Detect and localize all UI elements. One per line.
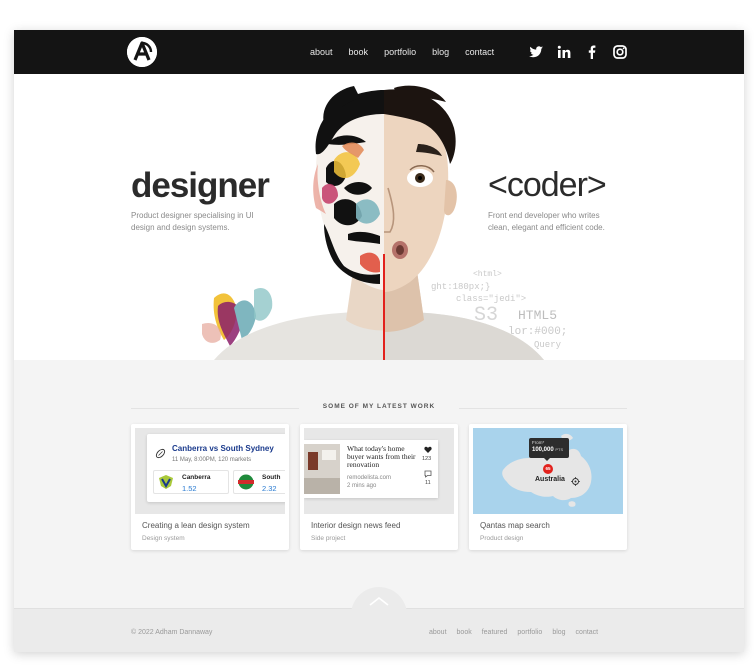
news-image: [304, 444, 340, 494]
instagram-icon[interactable]: [612, 44, 628, 60]
card-thumbnail: From* 100,000 PTS 65 Australia: [473, 428, 623, 514]
team-odds-option[interactable]: Canberra 1.52: [153, 470, 229, 494]
comment-count: 11: [425, 480, 431, 486]
team-odds: 2.32: [262, 484, 277, 493]
footer-links: about book featured portfolio blog conta…: [429, 629, 608, 636]
like-count: 123: [422, 456, 432, 462]
team-odds: 1.52: [182, 484, 197, 493]
news-time: 2 mins ago: [347, 483, 377, 489]
logo[interactable]: [127, 37, 157, 67]
news-source: remodelista.com: [347, 475, 392, 481]
hero-designer-description: Product designer specialising in UI desi…: [131, 211, 254, 232]
country-label: Australia: [535, 476, 565, 483]
work-card-design-system[interactable]: Canberra vs South Sydney 11 May, 8:00PM,…: [131, 424, 289, 550]
heart-icon[interactable]: [424, 446, 432, 454]
footer-link-about[interactable]: about: [429, 629, 447, 636]
footer-link-book[interactable]: book: [457, 629, 472, 636]
nav-link-contact[interactable]: contact: [465, 46, 494, 60]
tooltip-value: 100,000: [532, 447, 554, 453]
tooltip-label: From*: [532, 440, 545, 445]
rugby-ball-icon: [155, 448, 166, 459]
hero-coder-description: Front end developer who writes clean, el…: [488, 211, 605, 232]
tooltip-unit: PTS: [555, 447, 564, 452]
footer-link-featured[interactable]: featured: [482, 629, 508, 636]
card-thumbnail: Canberra vs South Sydney 11 May, 8:00PM,…: [135, 428, 285, 514]
top-navigation: about book portfolio blog contact: [14, 30, 744, 74]
footer: © 2022 Adham Dannaway about book feature…: [14, 587, 744, 652]
price-tooltip: From* 100,000 PTS: [529, 438, 569, 458]
hero-coder-title: <coder>: [488, 166, 607, 204]
news-item: What today's home buyer wants from their…: [304, 440, 438, 498]
copyright: © 2022 Adham Dannaway: [131, 629, 213, 636]
card-subtitle: Product design: [480, 535, 524, 542]
team-logo-icon: [159, 475, 173, 489]
footer-link-contact[interactable]: contact: [576, 629, 599, 636]
comment-icon[interactable]: [424, 470, 432, 478]
map-pin[interactable]: 65: [543, 464, 553, 474]
betting-widget: Canberra vs South Sydney 11 May, 8:00PM,…: [147, 434, 285, 502]
nav-link-blog[interactable]: blog: [432, 46, 449, 60]
hero-section: <html> ght:180px;} class="jedi"> S3 HTML…: [14, 74, 744, 360]
card-thumbnail: What today's home buyer wants from their…: [304, 428, 454, 514]
news-headline: What today's home buyer wants from their…: [347, 444, 416, 469]
card-title[interactable]: Creating a lean design system: [142, 521, 250, 530]
work-card-news-feed[interactable]: What today's home buyer wants from their…: [300, 424, 458, 550]
nav-link-book[interactable]: book: [349, 46, 369, 60]
card-title[interactable]: Qantas map search: [480, 521, 550, 530]
linkedin-icon[interactable]: [556, 44, 572, 60]
team-logo-icon: [238, 474, 254, 490]
match-title: Canberra vs South Sydney: [172, 444, 274, 453]
footer-link-portfolio[interactable]: portfolio: [517, 629, 542, 636]
work-card-map-search[interactable]: From* 100,000 PTS 65 Australia Qantas ma…: [469, 424, 627, 550]
footer-link-blog[interactable]: blog: [552, 629, 565, 636]
team-name: South: [262, 474, 281, 481]
hero-designer-title: designer: [131, 166, 270, 205]
browser-frame: about book portfolio blog contact <html>…: [14, 30, 744, 652]
section-heading: SOME OF MY LATEST WORK: [322, 403, 436, 410]
latest-work-section: SOME OF MY LATEST WORK Canberra vs South…: [14, 360, 744, 608]
crosshair-icon[interactable]: [571, 477, 580, 486]
card-subtitle: Design system: [142, 535, 185, 542]
chevron-up-icon: [369, 596, 389, 606]
card-subtitle: Side project: [311, 535, 346, 542]
twitter-icon[interactable]: [528, 44, 544, 60]
nav-link-about[interactable]: about: [310, 46, 333, 60]
social-links: [528, 44, 628, 60]
team-odds-option[interactable]: South 2.32: [233, 470, 285, 494]
team-name: Canberra: [182, 474, 211, 481]
match-meta: 11 May, 8:00PM, 120 markets: [172, 457, 252, 463]
divider: [459, 408, 627, 409]
facebook-icon[interactable]: [584, 44, 600, 60]
nav-links: about book portfolio blog contact: [310, 46, 510, 60]
nav-link-portfolio[interactable]: portfolio: [384, 46, 416, 60]
card-title[interactable]: Interior design news feed: [311, 521, 400, 530]
